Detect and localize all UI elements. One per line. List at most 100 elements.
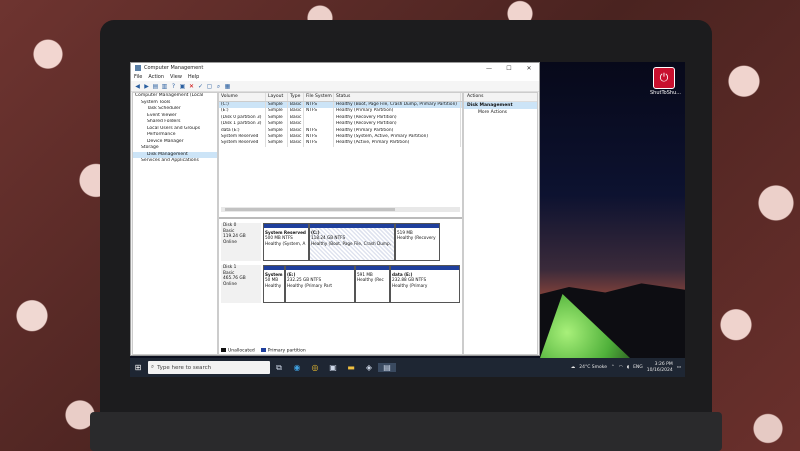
disk-1-partition[interactable]: 591 MB Healthy (Rec [355, 265, 390, 303]
clock-date: 10/16/2024 [646, 367, 673, 373]
store-icon[interactable]: ▣ [324, 363, 342, 372]
app-icon[interactable]: ◈ [360, 363, 378, 372]
partition-name: System Reserved [265, 230, 306, 235]
search-icon[interactable]: ⌕ [215, 83, 222, 90]
disk-map: Disk 0 Basic 119.24 GB Online System Res… [219, 217, 462, 354]
menu-file[interactable]: File [134, 74, 142, 80]
disk-1-row: Disk 1 Basic 465.76 GB Online System 50 … [221, 265, 460, 303]
tree-item[interactable]: Services and Applications [133, 158, 217, 165]
center-pane: Volume Layout Type File System Status (C… [218, 92, 463, 355]
volume-layout: Simple [266, 140, 288, 147]
disk-1-partition[interactable]: System 50 MB Healthy [263, 265, 285, 303]
disk-1-partition[interactable]: data (E:) 232.88 GB NTFS Healthy (Primar… [390, 265, 460, 303]
partition-status: Healthy (Recovery [397, 235, 436, 241]
language-indicator[interactable]: ENG [633, 365, 643, 370]
disk-1-label[interactable]: Disk 1 Basic 465.76 GB Online [221, 265, 261, 303]
computer-management-taskbar-icon[interactable]: ▤ [378, 363, 396, 372]
properties-icon[interactable]: ▣ [179, 83, 186, 90]
task-view-icon[interactable]: ⧉ [270, 363, 288, 373]
network-icon[interactable]: ◠ [619, 365, 623, 370]
delete-icon[interactable]: ✕ [188, 83, 195, 90]
actions-header: Actions [464, 93, 537, 102]
clock[interactable]: 3:26 PM 10/16/2024 [647, 362, 673, 374]
file-explorer-icon[interactable]: ▬ [342, 363, 360, 372]
col-type[interactable]: Type [288, 93, 304, 101]
partition-status: Healthy (Rec [357, 277, 384, 283]
disk-legend: Unallocated Primary partition [221, 347, 306, 353]
search-placeholder: Type here to search [157, 364, 212, 371]
volume-status: Healthy (Active, Primary Partition) [334, 140, 461, 147]
volume-list-header: Volume Layout Type File System Status [219, 93, 462, 102]
taskbar-search[interactable]: ⌕ Type here to search [148, 361, 270, 374]
view-icon[interactable]: ▦ [224, 83, 231, 90]
tray-chevron-icon[interactable]: ⌃ [611, 365, 615, 370]
screen: ⏻ ShutToShu... Computer Management — ☐ ✕… [130, 62, 685, 377]
more-actions-link[interactable]: More Actions [464, 109, 537, 117]
windows-start-icon[interactable]: ⊞ [130, 358, 146, 377]
system-tray: ☁ 24°C Smoke ⌃ ◠ ◖ ENG 3:26 PM 10/16/202… [571, 362, 685, 374]
weather-icon[interactable]: ☁ [571, 365, 576, 370]
console-tree: Computer Management (Local System Tools Ta… [132, 92, 218, 355]
disk-0-partition[interactable]: System Reserved 500 MB NTFS Healthy (Sys… [263, 223, 309, 261]
close-button[interactable]: ✕ [519, 65, 539, 72]
menu-view[interactable]: View [170, 74, 182, 80]
col-filesystem[interactable]: File System [304, 93, 334, 101]
disk-0-partition[interactable]: (C:) 118.24 GB NTFS Healthy (Boot, Page … [309, 223, 395, 261]
computer-management-window: Computer Management — ☐ ✕ File Action Vi… [130, 62, 540, 356]
legend-unallocated: Unallocated [221, 347, 255, 353]
disk-0-row: Disk 0 Basic 119.24 GB Online System Res… [221, 223, 440, 261]
taskbar: ⊞ ⌕ Type here to search ⧉ ◉ ◎ ▣ ▬ ◈ ▤ ☁ … [130, 358, 685, 377]
app-icon [135, 65, 141, 71]
edge-icon[interactable]: ◉ [288, 363, 306, 372]
console-tree-icon[interactable]: ▥ [161, 83, 168, 90]
search-icon: ⌕ [151, 364, 155, 370]
weather-text[interactable]: 24°C Smoke [579, 365, 607, 370]
partition-name: data (E:) [392, 272, 413, 277]
back-icon[interactable]: ◀ [134, 83, 141, 90]
partition-status: Healthy (System, A [265, 240, 306, 246]
disk-0-label[interactable]: Disk 0 Basic 119.24 GB Online [221, 223, 261, 261]
partition-status: Healthy (Primary [392, 282, 428, 288]
actions-pane: Actions Disk Management More Actions [463, 92, 538, 355]
chrome-icon[interactable]: ◎ [306, 363, 324, 372]
partition-name: (E:) [287, 272, 296, 277]
volume-list: (C:) Simple Basic NTFS Healthy (Boot, Page F… [219, 102, 462, 147]
partition-status: Healthy [265, 282, 282, 288]
toolbar: ◀ ▶ ▤ ▥ ? ▣ ✕ ✓ ▢ ⌕ ▦ [131, 81, 539, 92]
volume-filesystem: NTFS [304, 140, 334, 147]
forward-icon[interactable]: ▶ [143, 83, 150, 90]
volume-icon[interactable]: ◖ [627, 365, 629, 370]
actions-disk-management[interactable]: Disk Management [464, 102, 537, 109]
up-icon[interactable]: ▤ [152, 83, 159, 90]
disk-1-partition[interactable]: (E:) 232.25 GB NTFS Healthy (Primary Par… [285, 265, 355, 303]
maximize-button[interactable]: ☐ [499, 65, 519, 72]
volume-row[interactable]: System Reserved Simple Basic NTFS Healthy (A… [219, 140, 462, 147]
disk-1-status: Online [223, 281, 237, 287]
notification-icon[interactable]: ▭ [677, 365, 681, 370]
check-icon[interactable]: ✓ [197, 83, 204, 90]
partition-status: Healthy (Primary Part [287, 282, 332, 288]
partition-name: System [265, 272, 283, 277]
minimize-button[interactable]: — [479, 65, 499, 72]
laptop-base [90, 412, 722, 451]
legend-primary: Primary partition [260, 347, 306, 353]
title-bar: Computer Management — ☐ ✕ [131, 63, 539, 73]
col-status[interactable]: Status [334, 93, 461, 101]
col-volume[interactable]: Volume [219, 93, 266, 101]
menu-help[interactable]: Help [188, 74, 199, 80]
window-title: Computer Management [144, 65, 204, 71]
help-icon[interactable]: ? [170, 83, 177, 90]
scroll-thumb[interactable] [225, 208, 395, 211]
col-layout[interactable]: Layout [266, 93, 288, 101]
disk-0-partition[interactable]: 519 MB Healthy (Recovery [395, 223, 440, 261]
volume-type: Basic [288, 140, 304, 147]
horizontal-scrollbar[interactable] [221, 207, 460, 212]
disk-0-status: Online [223, 239, 237, 245]
desktop-shortcut[interactable]: ⏻ ShutToShu... [650, 67, 681, 96]
partition-status: Healthy (Boot, Page File, Crash Dump, [311, 240, 391, 246]
partition-name: (C:) [311, 230, 320, 235]
menu-action[interactable]: Action [148, 74, 164, 80]
menu-bar: File Action View Help [131, 73, 539, 81]
open-icon[interactable]: ▢ [206, 83, 213, 90]
power-icon: ⏻ [653, 67, 675, 89]
